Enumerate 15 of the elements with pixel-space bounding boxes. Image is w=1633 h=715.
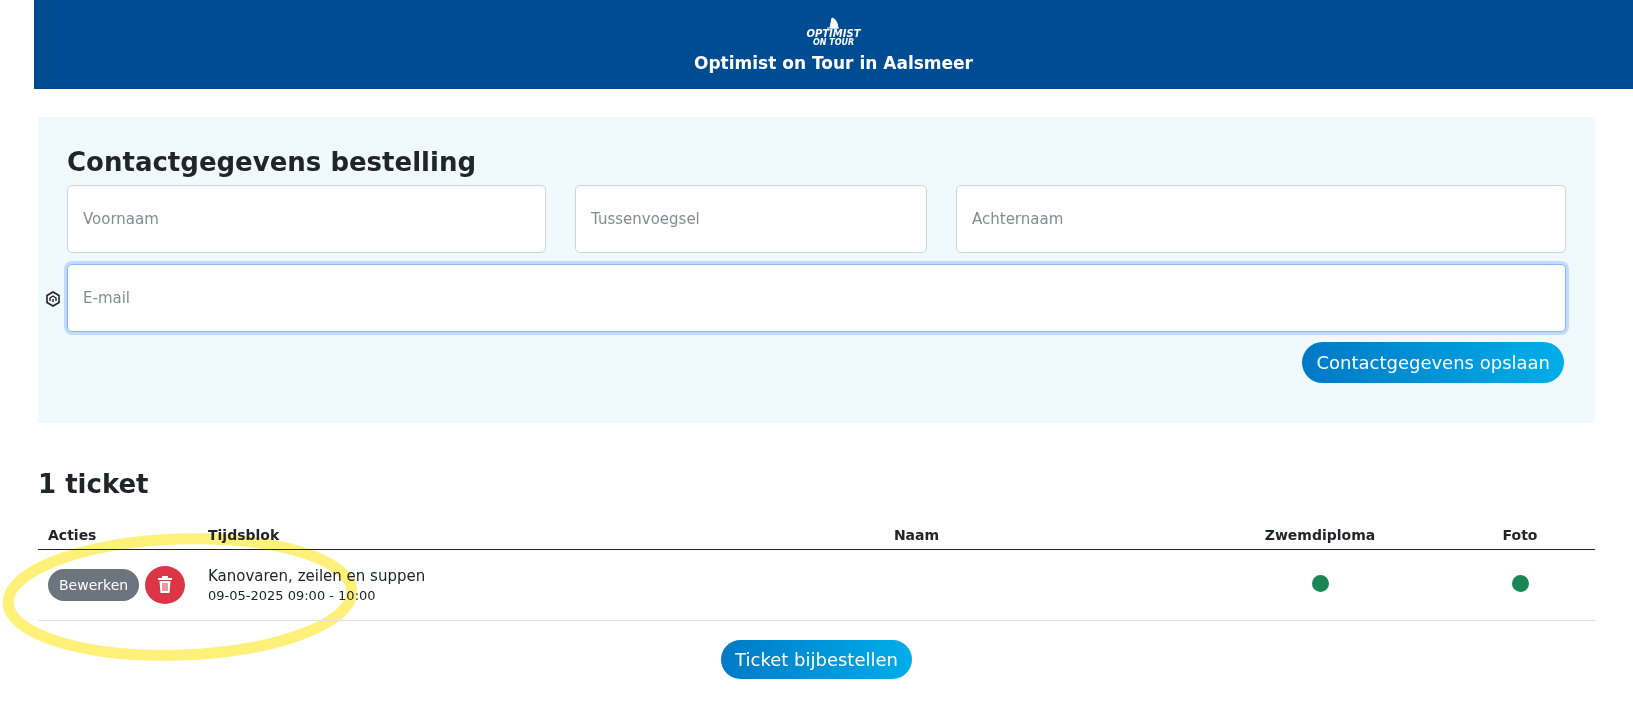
- input-field[interactable]: Voornaam: [67, 185, 546, 253]
- column-header: Foto: [1445, 521, 1595, 550]
- input-field[interactable]: Achternaam: [956, 185, 1566, 253]
- section-heading: Contactgegevens bestelling: [67, 147, 478, 177]
- order-ticket-button[interactable]: Ticket bijbestellen: [721, 640, 912, 679]
- save-button[interactable]: Contactgegevens opslaan: [1302, 342, 1564, 383]
- page-title: Optimist on Tour in Aalsmeer: [694, 52, 973, 73]
- edit-button[interactable]: Bewerken: [48, 569, 140, 601]
- column-header: Naam: [638, 521, 1195, 550]
- column-header: Zwemdiploma: [1195, 521, 1445, 550]
- input-field[interactable]: Tussenvoegsel: [575, 185, 927, 253]
- logo: OPTIMIST ON TOUR: [806, 16, 861, 47]
- input-field[interactable]: E-mail: [67, 264, 1566, 332]
- column-header: Acties: [38, 521, 198, 550]
- section-heading: 1 ticket: [38, 469, 150, 499]
